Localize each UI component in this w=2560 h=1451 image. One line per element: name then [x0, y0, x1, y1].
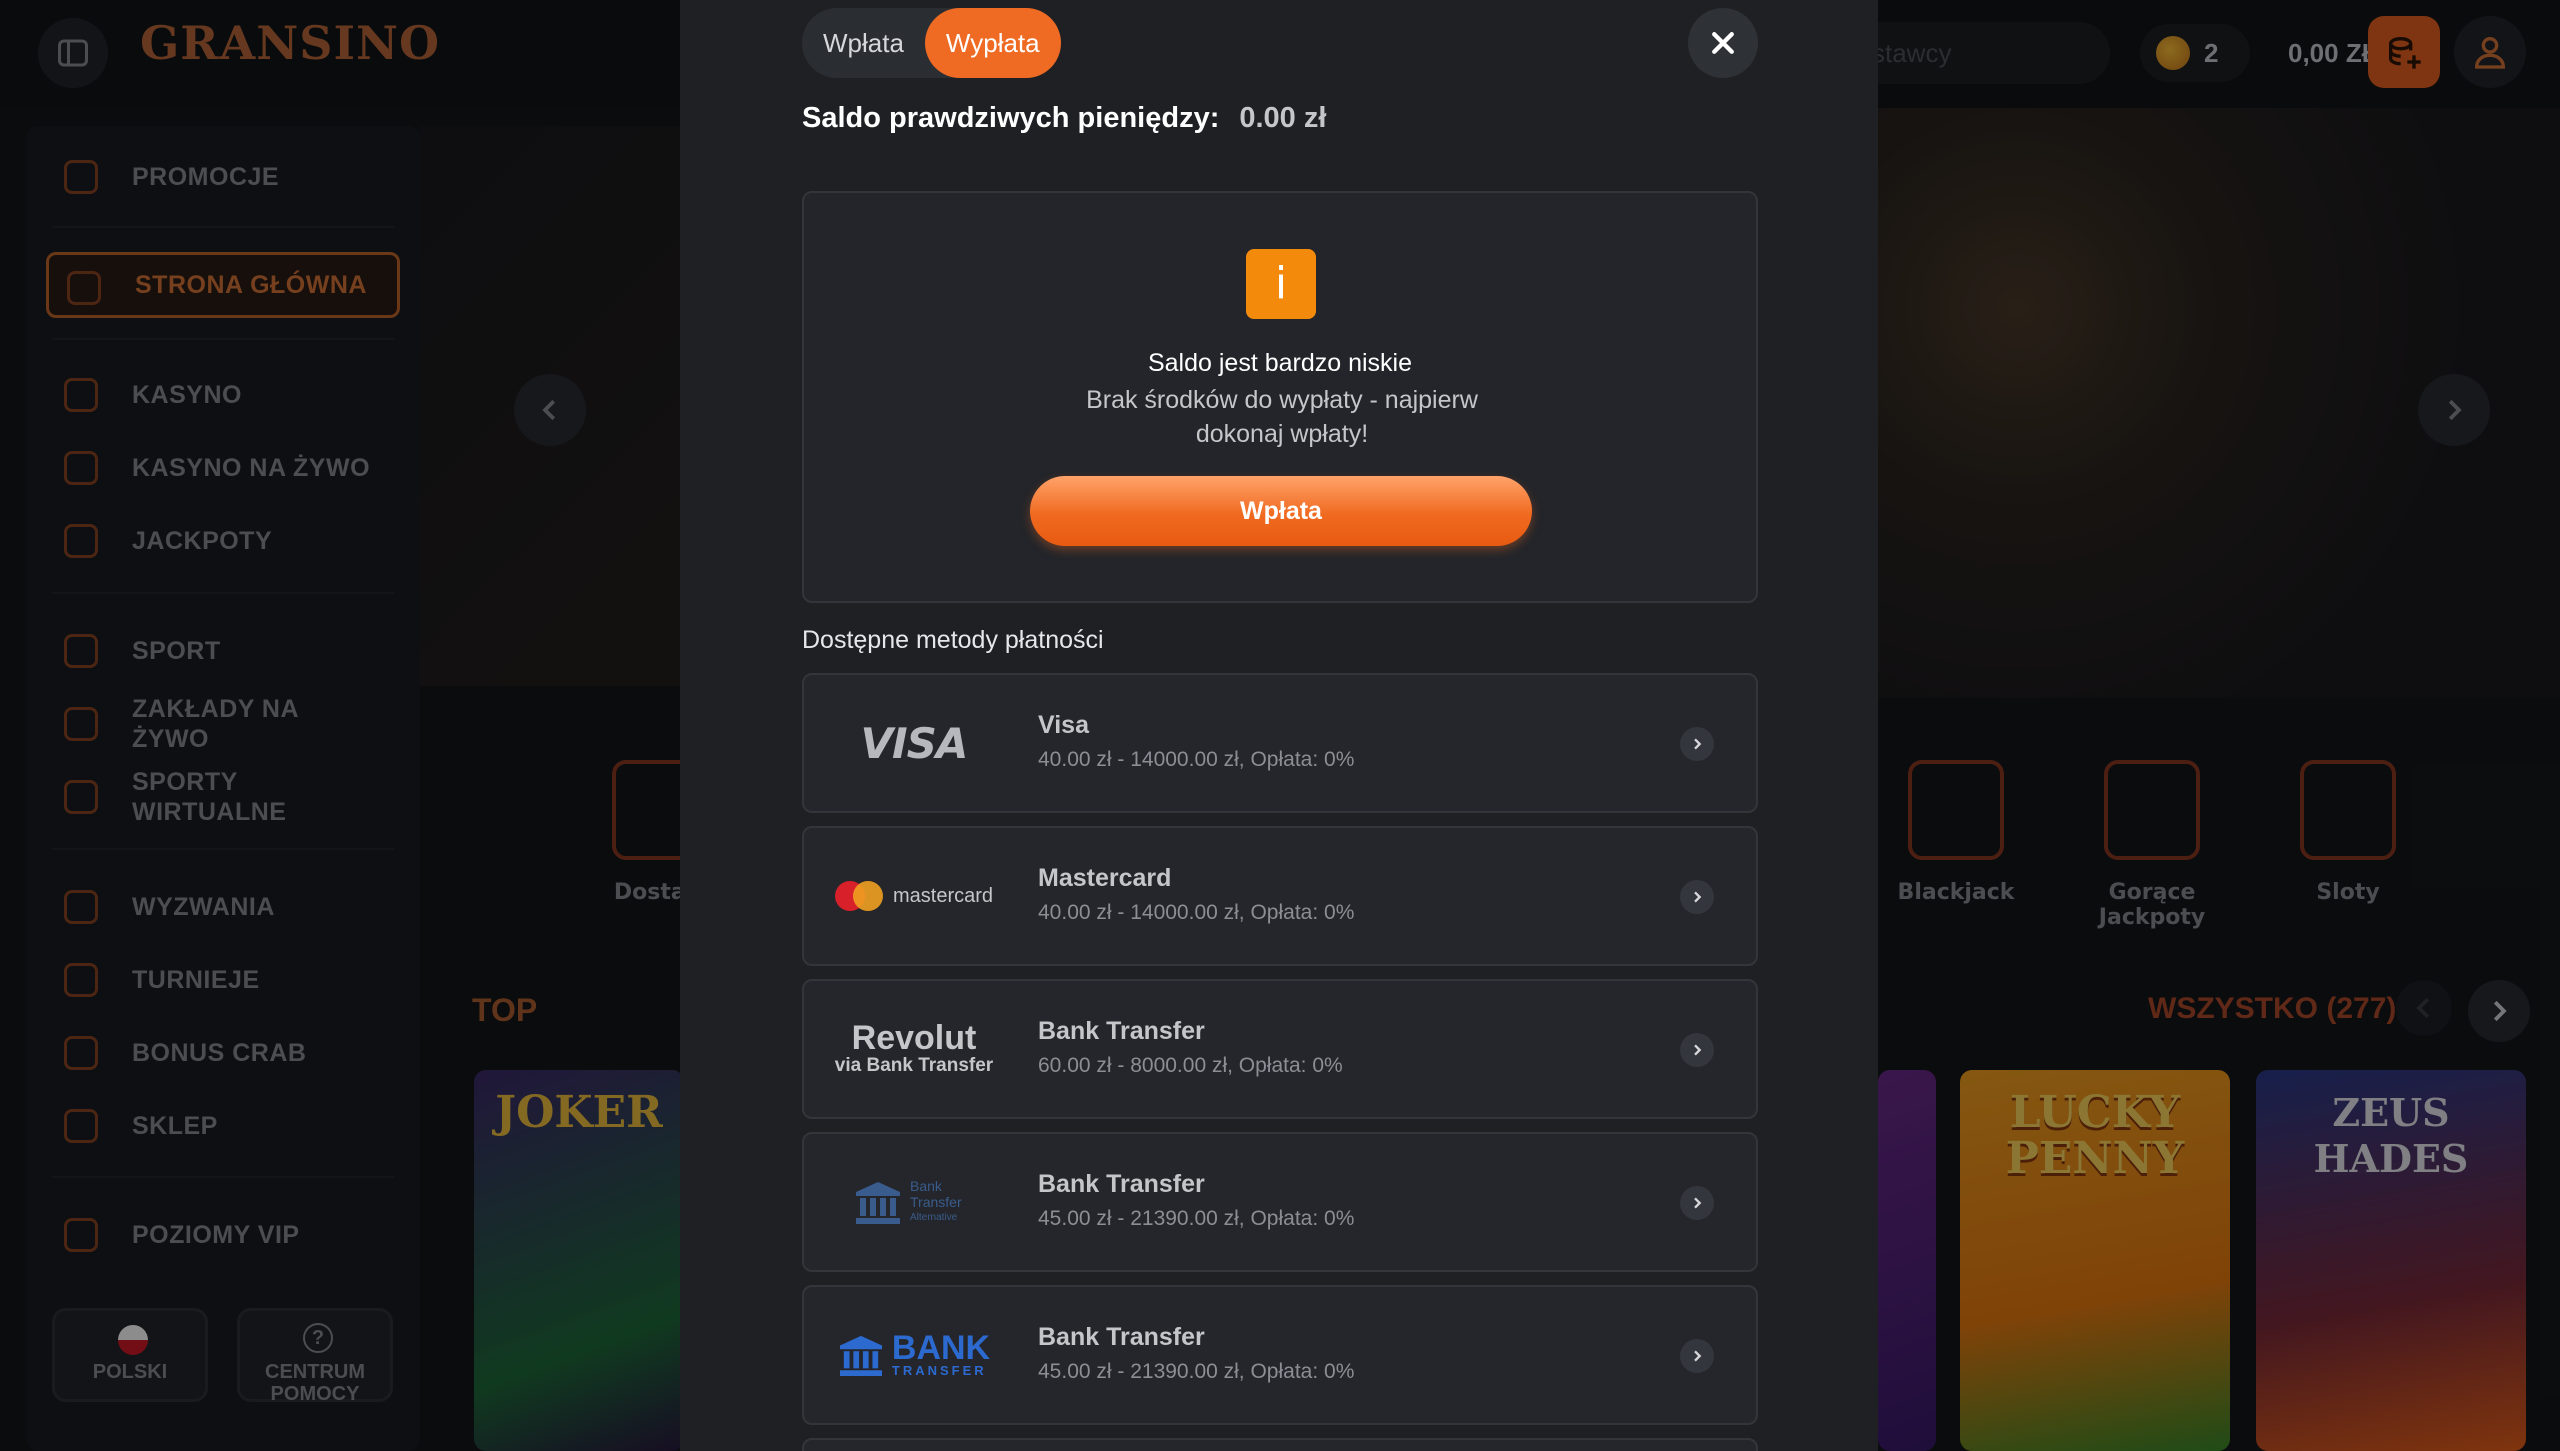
- method-limits: 40.00 zł - 14000.00 zł, Opłata: 0%: [1038, 901, 1355, 924]
- method-name: Bank Transfer: [1038, 1170, 1205, 1198]
- bank-transfer-alt-logo: Bank Transfer Alternative: [824, 1164, 1004, 1240]
- revolut-logo: Revolut via Bank Transfer: [834, 1019, 994, 1076]
- visa-logo: VISA: [860, 718, 969, 768]
- payment-method-bank-transfer-alt[interactable]: Bank Transfer Alternative Bank Transfer 4…: [802, 1132, 1758, 1272]
- chevron-right-icon: [1680, 1186, 1714, 1220]
- mastercard-logo: mastercard: [824, 858, 1004, 934]
- payment-tabs: Wpłata Wypłata: [802, 8, 1061, 78]
- payment-method-partial[interactable]: [802, 1438, 1758, 1451]
- real-money-balance: Saldo prawdziwych pieniędzy: 0.00 zł: [802, 102, 1326, 135]
- method-name: Bank Transfer: [1038, 1017, 1205, 1045]
- payment-modal: Wpłata Wypłata Saldo prawdziwych pienięd…: [680, 0, 1878, 1451]
- bank-transfer-logo: BANK TRANSFER: [824, 1317, 1004, 1393]
- method-name: Visa: [1038, 711, 1089, 739]
- low-balance-notice: i Saldo jest bardzo niskie Brak środków …: [802, 191, 1758, 603]
- close-icon: [1712, 32, 1734, 54]
- mastercard-circles-icon: [834, 881, 883, 911]
- method-limits: 45.00 zł - 21390.00 zł, Opłata: 0%: [1038, 1360, 1355, 1383]
- notice-title: Saldo jest bardzo niskie: [1147, 349, 1413, 377]
- chevron-right-icon: [1680, 1033, 1714, 1067]
- method-limits: 60.00 zł - 8000.00 zł, Opłata: 0%: [1038, 1054, 1343, 1077]
- payment-method-bank-transfer[interactable]: BANK TRANSFER Bank Transfer 45.00 zł - 21…: [802, 1285, 1758, 1425]
- payment-method-mastercard[interactable]: mastercard Mastercard 40.00 zł - 14000.0…: [802, 826, 1758, 966]
- method-limits: 40.00 zł - 14000.00 zł, Opłata: 0%: [1038, 748, 1355, 771]
- close-button[interactable]: [1688, 8, 1758, 78]
- deposit-button[interactable]: Wpłata: [1030, 476, 1532, 546]
- balance-label: Saldo prawdziwych pieniędzy:: [802, 102, 1220, 134]
- payment-methods-heading: Dostępne metody płatności: [802, 626, 1104, 654]
- notice-text: Brak środków do wypłaty - najpierw dokon…: [1086, 386, 1478, 448]
- chevron-right-icon: [1680, 727, 1714, 761]
- info-icon: i: [1246, 249, 1316, 319]
- tab-withdrawal[interactable]: Wypłata: [924, 8, 1061, 78]
- method-limits: 45.00 zł - 21390.00 zł, Opłata: 0%: [1038, 1207, 1355, 1230]
- method-name: Mastercard: [1038, 864, 1172, 892]
- chevron-right-icon: [1680, 880, 1714, 914]
- payment-method-visa[interactable]: VISA Visa 40.00 zł - 14000.00 zł, Opłata…: [802, 673, 1758, 813]
- balance-value: 0.00 zł: [1239, 102, 1327, 134]
- bank-icon: [839, 1335, 882, 1376]
- payment-method-revolut[interactable]: Revolut via Bank Transfer Bank Transfer 6…: [802, 979, 1758, 1119]
- bank-icon: [856, 1182, 900, 1224]
- chevron-right-icon: [1680, 1339, 1714, 1373]
- method-name: Bank Transfer: [1038, 1323, 1205, 1351]
- tab-deposit[interactable]: Wpłata: [802, 8, 925, 78]
